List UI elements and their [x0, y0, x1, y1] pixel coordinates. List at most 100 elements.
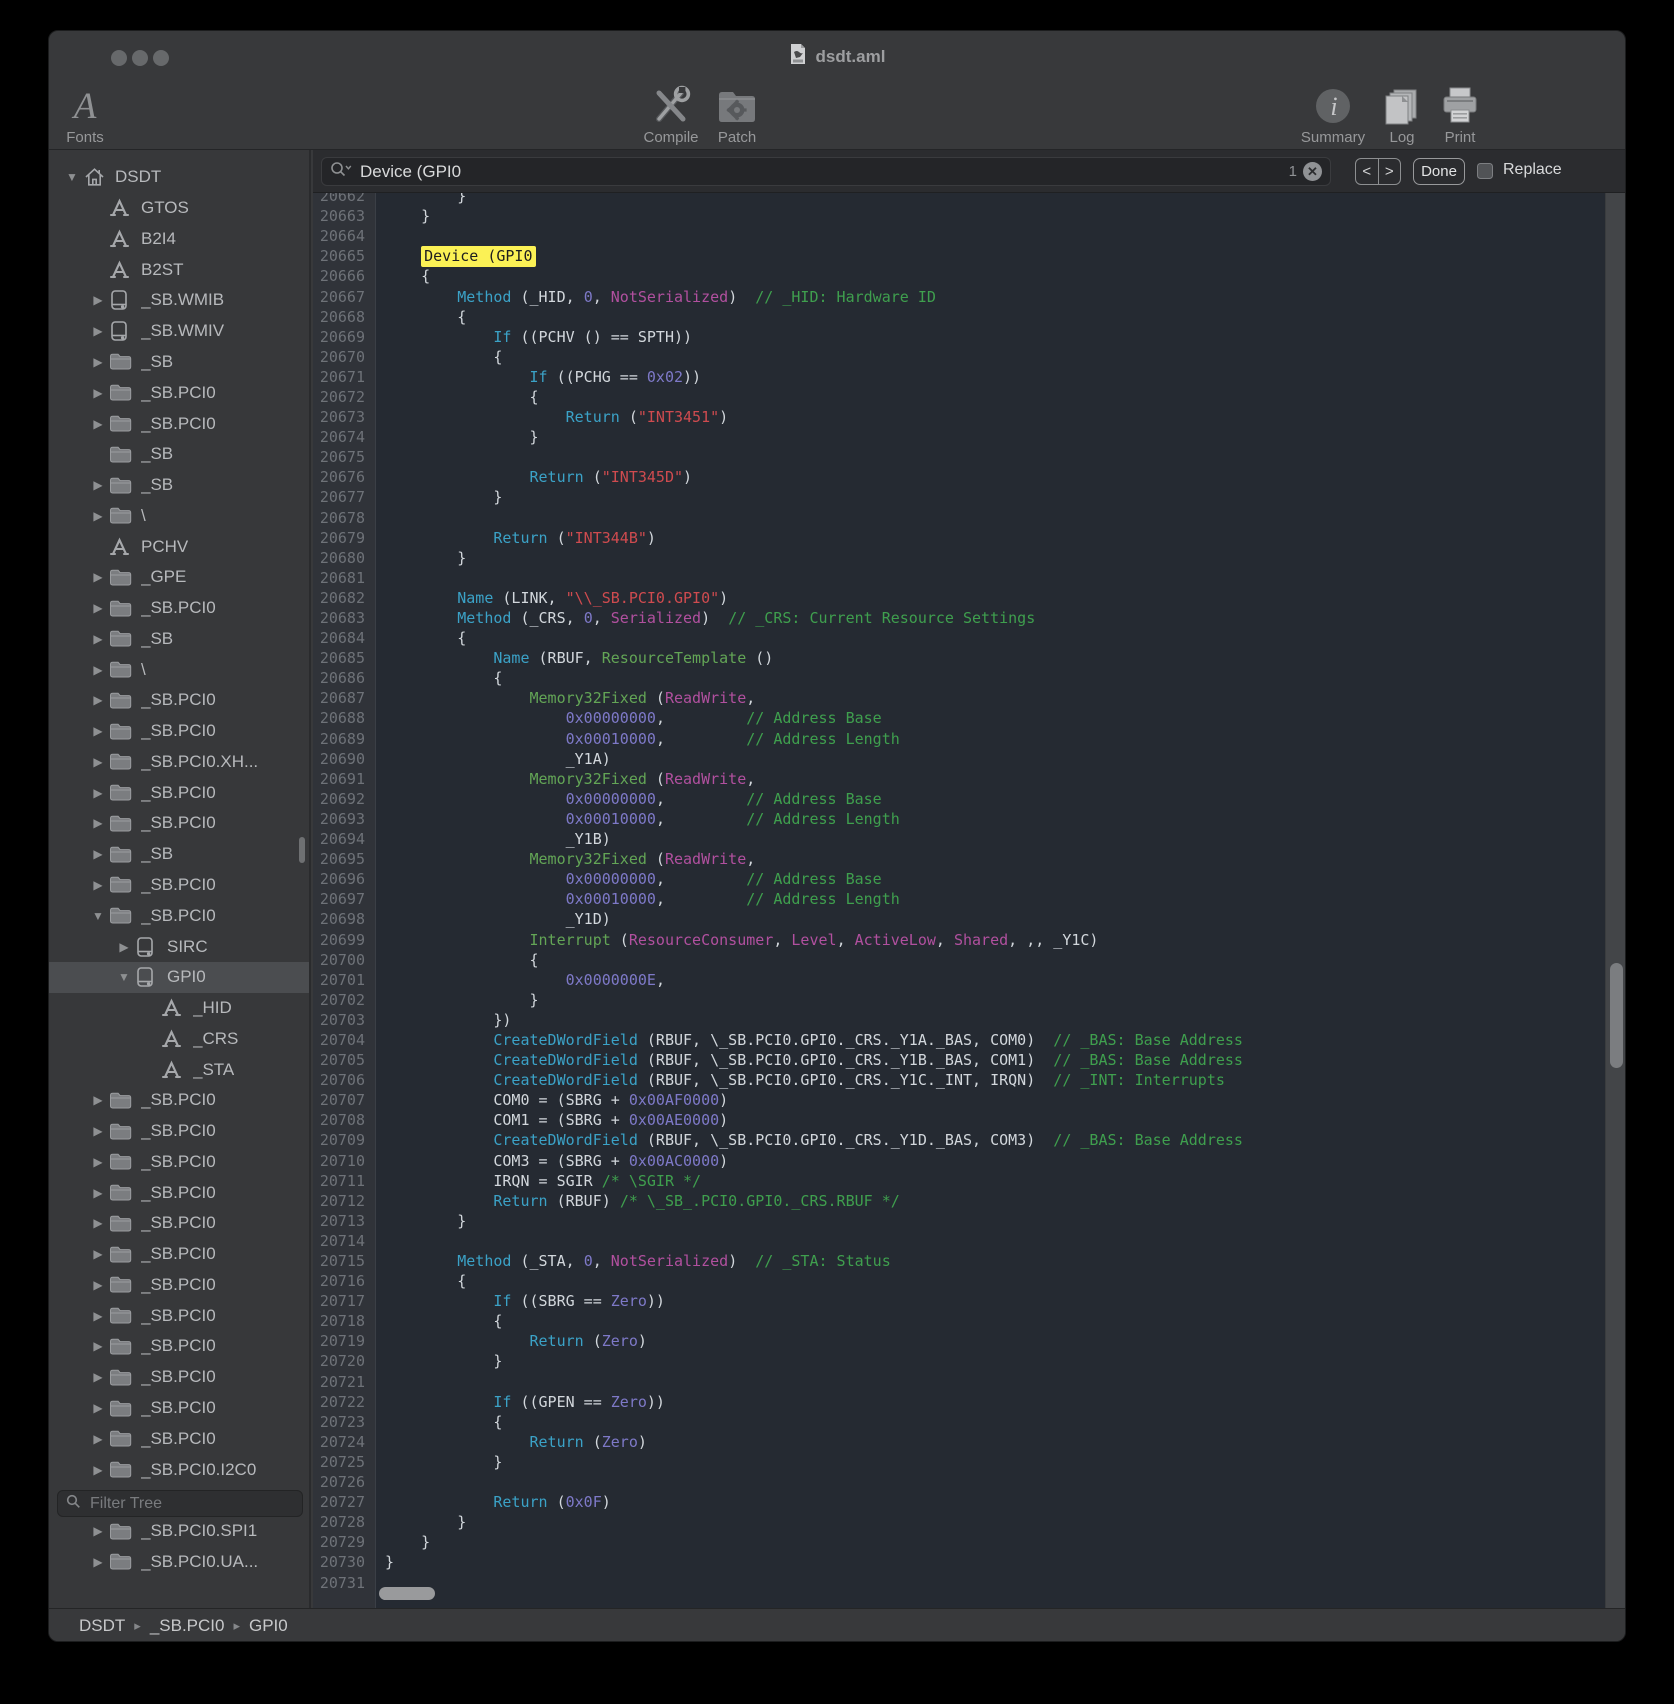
- sidebar-item-sb[interactable]: ▶_SB: [49, 623, 309, 654]
- code-line[interactable]: 20709 CreateDWordField (RBUF, \_SB.PCI0.…: [313, 1130, 1626, 1150]
- sidebar-item-sbwmib[interactable]: ▶_SB.WMIB: [49, 285, 309, 316]
- code-line[interactable]: 20714: [313, 1231, 1626, 1251]
- code-line[interactable]: 20683 Method (_CRS, 0, Serialized) // _C…: [313, 608, 1626, 628]
- disclosure-triangle-icon[interactable]: ▶: [87, 1186, 109, 1200]
- code-line[interactable]: 20681: [313, 568, 1626, 588]
- disclosure-triangle-icon[interactable]: ▶: [87, 693, 109, 707]
- find-input[interactable]: [358, 161, 1283, 183]
- code-line[interactable]: 20731: [313, 1572, 1626, 1592]
- replace-checkbox[interactable]: [1477, 163, 1493, 179]
- compile-button[interactable]: Compile: [637, 79, 705, 145]
- code-line[interactable]: 20715 Method (_STA, 0, NotSerialized) //…: [313, 1251, 1626, 1271]
- code-line[interactable]: 20725 }: [313, 1452, 1626, 1472]
- sidebar-item-sbpci0[interactable]: ▶_SB.PCI0: [49, 1300, 309, 1331]
- code-line[interactable]: 20684 {: [313, 628, 1626, 648]
- code-line[interactable]: 20662 }: [313, 193, 1626, 206]
- sidebar-item-sbwmiv[interactable]: ▶_SB.WMIV: [49, 316, 309, 347]
- disclosure-triangle-icon[interactable]: ▶: [87, 1432, 109, 1446]
- code-line[interactable]: 20710 COM3 = (SBRG + 0x00AC0000): [313, 1151, 1626, 1171]
- sidebar-item-[interactable]: ▶\: [49, 500, 309, 531]
- code-line[interactable]: 20698 _Y1D): [313, 909, 1626, 929]
- code-line[interactable]: 20694 _Y1B): [313, 829, 1626, 849]
- sidebar-item-sbpci0[interactable]: ▶_SB.PCI0: [49, 593, 309, 624]
- code-line[interactable]: 20676 Return ("INT345D"): [313, 467, 1626, 487]
- code-line[interactable]: 20666 {: [313, 266, 1626, 286]
- sidebar-item-sirc[interactable]: ▶SIRC: [49, 931, 309, 962]
- disclosure-triangle-icon[interactable]: ▶: [87, 1339, 109, 1353]
- sidebar-item-sbpci0[interactable]: ▶_SB.PCI0: [49, 1116, 309, 1147]
- code-line[interactable]: 20699 Interrupt (ResourceConsumer, Level…: [313, 929, 1626, 949]
- disclosure-triangle-icon[interactable]: ▶: [87, 755, 109, 769]
- code-line[interactable]: 20669 If ((PCHV () == SPTH)): [313, 327, 1626, 347]
- disclosure-triangle-icon[interactable]: ▶: [87, 324, 109, 338]
- code-editor[interactable]: 20662 }20663 }2066420665 Device (GPI0206…: [313, 193, 1626, 1608]
- code-line[interactable]: 20688 0x00000000, // Address Base: [313, 708, 1626, 728]
- code-line[interactable]: 20702 }: [313, 990, 1626, 1010]
- find-field[interactable]: 1 ✕: [321, 157, 1331, 186]
- code-line[interactable]: 20686 {: [313, 668, 1626, 688]
- code-line[interactable]: 20717 If ((SBRG == Zero)): [313, 1291, 1626, 1311]
- sidebar-item-sbpci0i2c0[interactable]: ▶_SB.PCI0.I2C0: [49, 1454, 309, 1485]
- search-menu-icon[interactable]: [330, 161, 352, 182]
- disclosure-triangle-icon[interactable]: ▶: [87, 1093, 109, 1107]
- sidebar-item-sb[interactable]: _SB: [49, 439, 309, 470]
- code-line[interactable]: 20691 Memory32Fixed (ReadWrite,: [313, 769, 1626, 789]
- disclosure-triangle-icon[interactable]: ▶: [87, 355, 109, 369]
- code-line[interactable]: 20727 Return (0x0F): [313, 1492, 1626, 1512]
- code-line[interactable]: 20674 }: [313, 427, 1626, 447]
- sidebar-item-sbpci0[interactable]: ▼_SB.PCI0: [49, 900, 309, 931]
- code-line[interactable]: 20701 0x0000000E,: [313, 970, 1626, 990]
- code-line[interactable]: 20668 {: [313, 307, 1626, 327]
- code-line[interactable]: 20664: [313, 226, 1626, 246]
- sidebar-item-gtos[interactable]: GTOS: [49, 193, 309, 224]
- code-line[interactable]: 20705 CreateDWordField (RBUF, \_SB.PCI0.…: [313, 1050, 1626, 1070]
- disclosure-triangle-icon[interactable]: ▶: [87, 1247, 109, 1261]
- horizontal-scrollbar-thumb[interactable]: [379, 1587, 435, 1600]
- code-line[interactable]: 20713 }: [313, 1211, 1626, 1231]
- disclosure-triangle-icon[interactable]: ▶: [87, 1124, 109, 1138]
- disclosure-triangle-icon[interactable]: ▶: [87, 509, 109, 523]
- sidebar-item-b2st[interactable]: B2ST: [49, 254, 309, 285]
- code-line[interactable]: 20730}: [313, 1552, 1626, 1572]
- disclosure-triangle-icon[interactable]: ▶: [87, 816, 109, 830]
- vertical-scrollbar-thumb[interactable]: [1610, 963, 1623, 1068]
- sidebar-item-sbpci0[interactable]: ▶_SB.PCI0: [49, 1362, 309, 1393]
- disclosure-triangle-icon[interactable]: ▶: [113, 940, 135, 954]
- code-line[interactable]: 20716 {: [313, 1271, 1626, 1291]
- sidebar-item-dsdt[interactable]: ▼DSDT: [49, 162, 309, 193]
- code-line[interactable]: 20721: [313, 1372, 1626, 1392]
- code-line[interactable]: 20719 Return (Zero): [313, 1331, 1626, 1351]
- disclosure-triangle-icon[interactable]: ▶: [87, 293, 109, 307]
- vertical-scrollbar[interactable]: [1605, 193, 1626, 1608]
- code-line[interactable]: 20687 Memory32Fixed (ReadWrite,: [313, 688, 1626, 708]
- sidebar-item-crs[interactable]: _CRS: [49, 1023, 309, 1054]
- disclosure-triangle-icon[interactable]: ▶: [87, 417, 109, 431]
- sidebar-item-sbpci0[interactable]: ▶_SB.PCI0: [49, 377, 309, 408]
- disclosure-triangle-icon[interactable]: ▶: [87, 663, 109, 677]
- sidebar-item-sbpci0ua[interactable]: ▶_SB.PCI0.UA...: [49, 1546, 309, 1577]
- code-line[interactable]: 20722 If ((GPEN == Zero)): [313, 1392, 1626, 1412]
- code-line[interactable]: 20696 0x00000000, // Address Base: [313, 869, 1626, 889]
- sidebar-item-sbpci0xh[interactable]: ▶_SB.PCI0.XH...: [49, 747, 309, 778]
- sidebar-item-sbpci0[interactable]: ▶_SB.PCI0: [49, 1239, 309, 1270]
- code-line[interactable]: 20677 }: [313, 487, 1626, 507]
- sidebar-scrollbar-thumb[interactable]: [299, 837, 305, 863]
- sidebar-item-sbpci0[interactable]: ▶_SB.PCI0: [49, 1085, 309, 1116]
- code-line[interactable]: 20693 0x00010000, // Address Length: [313, 809, 1626, 829]
- sidebar-item-gpe[interactable]: ▶_GPE: [49, 562, 309, 593]
- code-line[interactable]: 20679 Return ("INT344B"): [313, 528, 1626, 548]
- disclosure-triangle-icon[interactable]: ▶: [87, 1309, 109, 1323]
- sidebar-item-sta[interactable]: _STA: [49, 1054, 309, 1085]
- sidebar-item-[interactable]: ▶\: [49, 654, 309, 685]
- disclosure-triangle-icon[interactable]: ▶: [87, 724, 109, 738]
- code-line[interactable]: 20663 }: [313, 206, 1626, 226]
- disclosure-triangle-icon[interactable]: ▶: [87, 878, 109, 892]
- breadcrumb-item-sbpci0[interactable]: _SB.PCI0: [150, 1616, 225, 1636]
- patch-button[interactable]: Patch: [709, 79, 765, 145]
- code-line[interactable]: 20728 }: [313, 1512, 1626, 1532]
- sidebar-item-sb[interactable]: ▶_SB: [49, 839, 309, 870]
- sidebar-item-sbpci0[interactable]: ▶_SB.PCI0: [49, 716, 309, 747]
- disclosure-triangle-icon[interactable]: ▶: [87, 1155, 109, 1169]
- disclosure-triangle-icon[interactable]: ▶: [87, 478, 109, 492]
- code-line[interactable]: 20675: [313, 447, 1626, 467]
